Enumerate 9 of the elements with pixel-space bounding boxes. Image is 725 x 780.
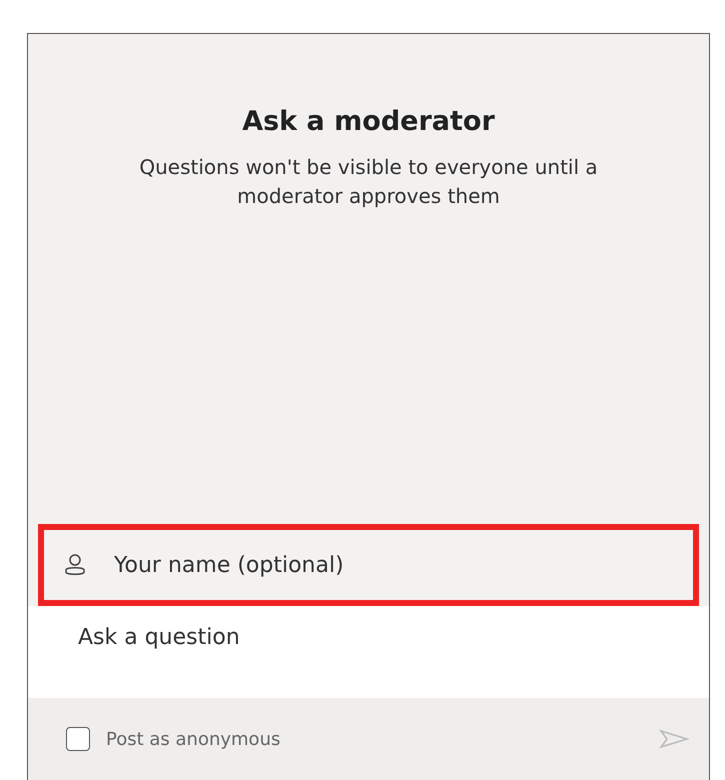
person-icon [64, 553, 86, 577]
question-field[interactable]: Ask a question [28, 606, 709, 698]
send-icon [659, 728, 689, 750]
anonymous-checkbox[interactable] [66, 727, 90, 751]
subtitle-text: Questions won't be visible to everyone until a moderator approves them [138, 154, 599, 210]
name-input[interactable]: Your name (optional) [112, 552, 673, 578]
name-field[interactable]: Your name (optional) [38, 524, 699, 606]
dialog-title: Ask a moderator [242, 106, 495, 137]
checkbox-label: Post as anonymous [106, 728, 282, 750]
